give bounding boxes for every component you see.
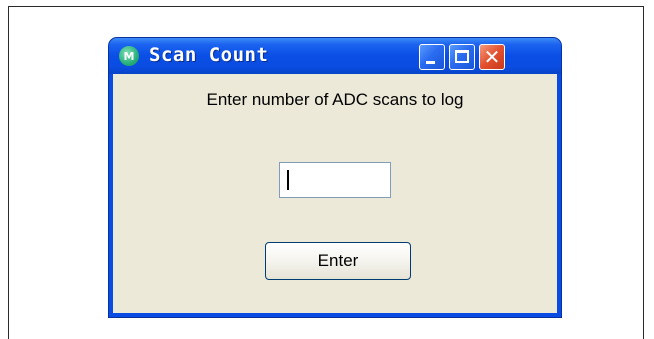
minimize-icon <box>426 61 435 64</box>
scan-count-input[interactable] <box>279 162 391 198</box>
minimize-button[interactable] <box>419 44 445 70</box>
enter-button[interactable]: Enter <box>265 242 411 280</box>
app-icon: M <box>119 46 139 66</box>
text-cursor <box>287 170 289 190</box>
maximize-button[interactable] <box>449 44 475 70</box>
window-bottom-border <box>113 313 557 317</box>
dialog-body: Enter number of ADC scans to log Enter <box>113 74 557 313</box>
scan-count-prompt: Enter number of ADC scans to log <box>206 90 464 109</box>
maximize-icon <box>455 50 469 63</box>
window-title: Scan Count <box>149 44 269 66</box>
close-button[interactable]: ✕ <box>479 44 505 70</box>
title-bar[interactable]: M Scan Count ✕ <box>109 38 561 74</box>
scan-count-window: M Scan Count ✕ Enter number of ADC scans… <box>109 38 561 317</box>
close-icon: ✕ <box>483 45 501 69</box>
